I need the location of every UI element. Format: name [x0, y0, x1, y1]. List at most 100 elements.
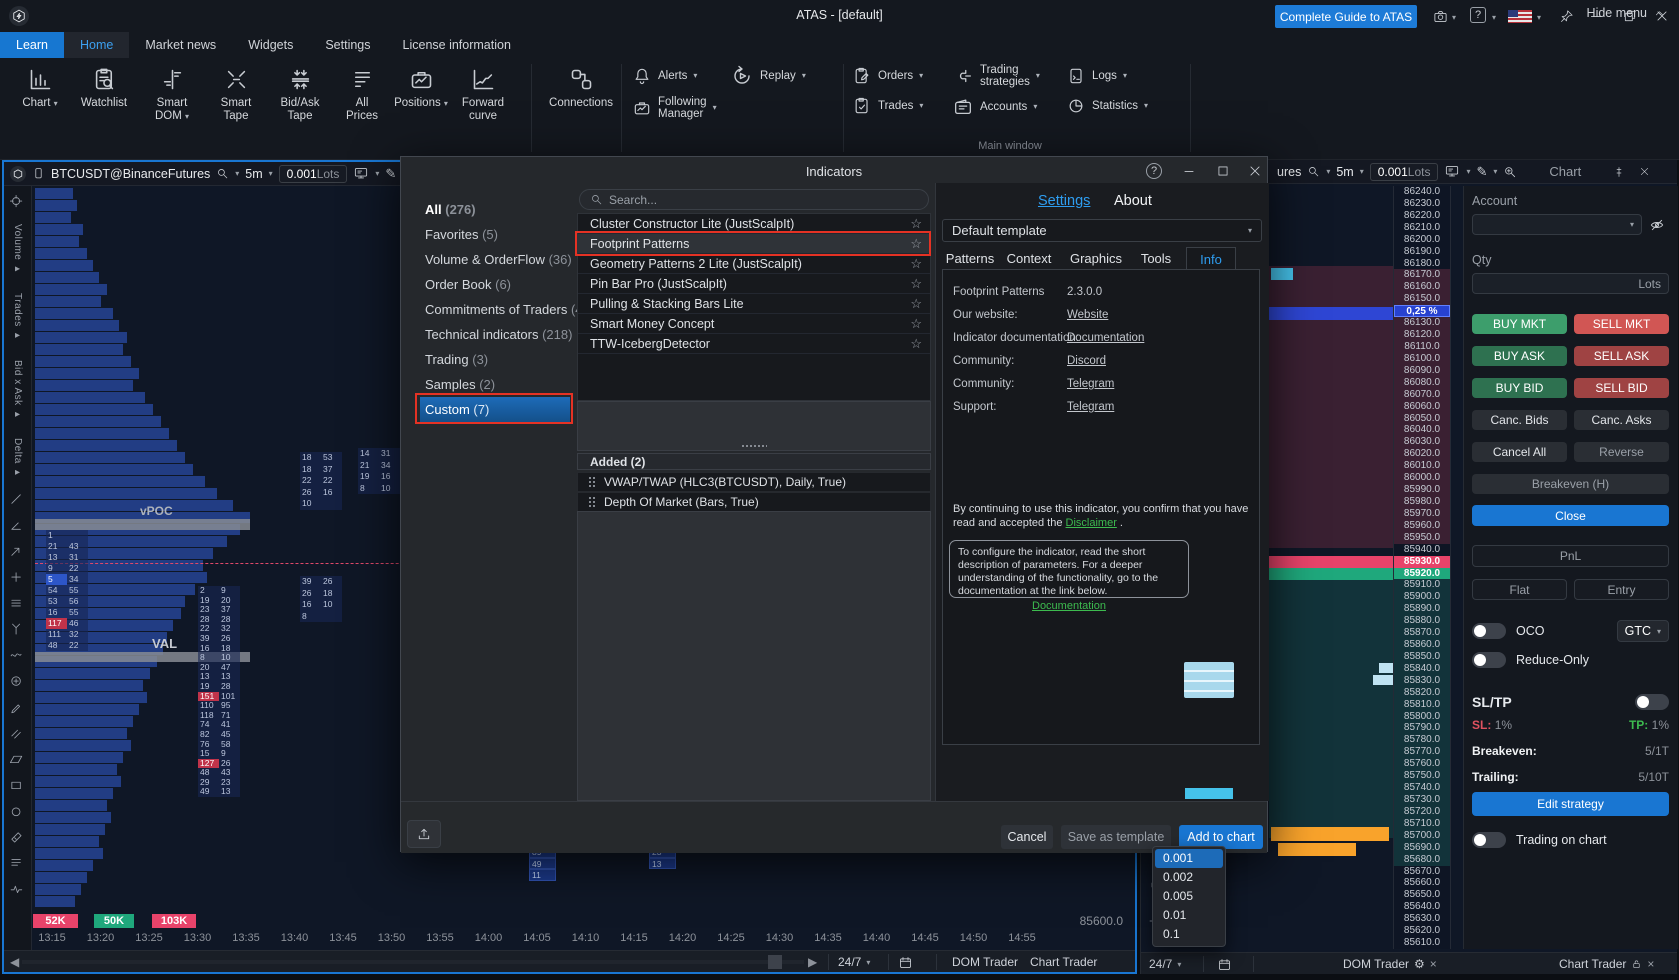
draw-tool-4-icon[interactable]	[8, 569, 28, 589]
ladder-row[interactable]: 85730.0	[1394, 794, 1450, 806]
ladder-row[interactable]: 85840.0	[1394, 663, 1450, 675]
ribbon-all-prices[interactable]: AllPrices	[329, 66, 395, 123]
panel-label-delta[interactable]: Delta ▸	[12, 438, 23, 479]
buy-mkt-button[interactable]: BUY MKT	[1472, 314, 1567, 334]
ladder-row[interactable]: 85850.0	[1394, 651, 1450, 663]
ladder-row[interactable]: 85780.0	[1394, 734, 1450, 746]
ladder-row[interactable]: 86040.0	[1394, 424, 1450, 436]
ladder-row[interactable]: 86000.0	[1394, 472, 1450, 484]
zoom-in-icon[interactable]	[1503, 165, 1517, 179]
indicator-row[interactable]: Pulling & Stacking Bars Lite☆	[578, 294, 930, 314]
pnl-button[interactable]: PnL	[1472, 545, 1669, 567]
dialog-titlebar[interactable]: Indicators ?	[401, 157, 1267, 185]
search-icon[interactable]	[216, 167, 229, 180]
tab-settings[interactable]: Settings	[1038, 193, 1090, 209]
ladder-row[interactable]: 0,25 %	[1394, 305, 1450, 317]
qty-input[interactable]: Lots	[1472, 273, 1669, 294]
ribbon-forward-curve[interactable]: Forwardcurve	[450, 66, 516, 123]
template-select[interactable]: Default template▾	[942, 219, 1262, 242]
category-volume-orderflow[interactable]: Volume & OrderFlow (36)	[425, 247, 567, 272]
ladder-row[interactable]: 85630.0	[1394, 913, 1450, 925]
favorite-star-icon[interactable]: ☆	[910, 276, 922, 292]
draw-tool-1-icon[interactable]	[8, 491, 28, 511]
qty-option-0.005[interactable]: 0.005	[1155, 887, 1223, 906]
ladder-row[interactable]: 86170.0	[1394, 269, 1450, 281]
language-dropdown[interactable]: ▾	[1537, 13, 1541, 22]
crosshair-icon[interactable]	[8, 192, 28, 212]
help-icon[interactable]: ?	[1470, 7, 1486, 23]
ribbon-trades[interactable]: Trades▾	[852, 96, 923, 116]
import-button[interactable]	[407, 820, 441, 848]
ribbon-smart-tape[interactable]: SmartTape	[203, 66, 269, 123]
ladder-row[interactable]: 85900.0	[1394, 591, 1450, 603]
ladder-row[interactable]: 85680.0	[1394, 854, 1450, 866]
session-selector[interactable]: 24/7▾	[838, 951, 870, 973]
subtab-info[interactable]: Info	[1186, 247, 1236, 270]
timeframe-selector[interactable]: 5m	[1336, 165, 1353, 179]
trading-on-chart-toggle[interactable]	[1472, 832, 1506, 848]
ladder-row[interactable]: 86150.0	[1394, 293, 1450, 305]
language-flag-icon[interactable]	[1508, 10, 1532, 23]
ladder-row[interactable]: 85790.0	[1394, 722, 1450, 734]
ladder-row[interactable]: 85650.0	[1394, 889, 1450, 901]
ladder-row[interactable]: 85940.0	[1394, 544, 1450, 556]
search-input[interactable]	[609, 193, 889, 207]
oco-toggle[interactable]	[1472, 623, 1506, 639]
ladder-row[interactable]: 86230.0	[1394, 198, 1450, 210]
buy-ask-button[interactable]: BUY ASK	[1472, 346, 1567, 366]
ladder-row[interactable]: 85740.0	[1394, 782, 1450, 794]
category-favorites[interactable]: Favorites (5)	[425, 222, 567, 247]
draw-tool-11-icon[interactable]	[8, 751, 28, 771]
subtab-context[interactable]: Context	[1000, 247, 1058, 270]
ladder-row[interactable]: 86190.0	[1394, 246, 1450, 258]
menu-item-home[interactable]: Home	[64, 32, 129, 58]
screenshot-dropdown[interactable]: ▾	[1452, 13, 1456, 22]
category-commitments-of-traders[interactable]: Commitments of Traders (4)	[425, 297, 567, 322]
search-box[interactable]	[579, 189, 929, 210]
draw-tool-6-icon[interactable]	[8, 621, 28, 641]
ribbon-logs[interactable]: Logs▾	[1066, 66, 1127, 86]
tab-dom-trader[interactable]: DOM Trader⚙×	[1343, 953, 1437, 975]
ladder-row[interactable]: 86110.0	[1394, 341, 1450, 353]
timeframe-dropdown[interactable]: ▾	[269, 169, 273, 178]
draw-tool-16-icon[interactable]	[8, 881, 28, 901]
close-icon[interactable]	[1639, 166, 1650, 177]
breakeven-button[interactable]: Breakeven (H)	[1472, 474, 1669, 494]
scrollbar-thumb[interactable]	[768, 955, 782, 969]
ladder-row[interactable]: 85610.0	[1394, 937, 1450, 949]
ribbon-accounts[interactable]: Accounts▾	[952, 96, 1037, 118]
ribbon-bid-ask-tape[interactable]: Bid/AskTape	[267, 66, 333, 123]
chart-trader-link[interactable]: Chart Trader	[1030, 951, 1097, 973]
close-icon[interactable]: ×	[1647, 957, 1654, 971]
draw-tool-13-icon[interactable]	[8, 803, 28, 823]
calendar-icon[interactable]	[1217, 953, 1232, 975]
dom-trader-link[interactable]: DOM Trader	[952, 951, 1018, 973]
ladder-row[interactable]: 85970.0	[1394, 508, 1450, 520]
qty-option-0.01[interactable]: 0.01	[1155, 906, 1223, 925]
indicator-row[interactable]: TTW-IcebergDetector☆	[578, 334, 930, 354]
ribbon-positions[interactable]: Positions ▾	[388, 66, 454, 110]
gear-icon[interactable]: ⚙	[1414, 957, 1425, 971]
ladder-row[interactable]: 86200.0	[1394, 234, 1450, 246]
ribbon-following-manager[interactable]: FollowingManager▾	[632, 96, 717, 120]
sell-ask-button[interactable]: SELL ASK	[1574, 346, 1669, 366]
indicator-row[interactable]: Smart Money Concept☆	[578, 314, 930, 334]
disclaimer-link[interactable]: Disclaimer	[1066, 517, 1117, 529]
draw-tool-3-icon[interactable]	[8, 543, 28, 563]
ribbon-trading-strategies[interactable]: Tradingstrategies▾	[952, 64, 1040, 88]
menu-item-market-news[interactable]: Market news	[129, 32, 232, 58]
draw-tool-7-icon[interactable]	[8, 647, 28, 667]
ladder-row[interactable]: 85920.0	[1394, 568, 1450, 580]
pin-icon[interactable]	[1613, 166, 1625, 178]
close-position-button[interactable]: Close	[1472, 505, 1669, 526]
ladder-row[interactable]: 85640.0	[1394, 901, 1450, 913]
ladder-row[interactable]: 86030.0	[1394, 436, 1450, 448]
dropdown-arrow-icon[interactable]: ▾	[919, 100, 923, 112]
added-indicator-row[interactable]: VWAP/TWAP (HLC3(BTCUSDT), Daily, True)	[577, 472, 931, 492]
pin-icon[interactable]	[1556, 7, 1576, 25]
dialog-maximize-icon[interactable]	[1214, 163, 1232, 179]
ladder-row[interactable]: 86240.0	[1394, 186, 1450, 198]
sltp-toggle[interactable]	[1635, 694, 1669, 710]
symbol-dropdown[interactable]: ▾	[235, 169, 239, 178]
ladder-row[interactable]: 86080.0	[1394, 377, 1450, 389]
